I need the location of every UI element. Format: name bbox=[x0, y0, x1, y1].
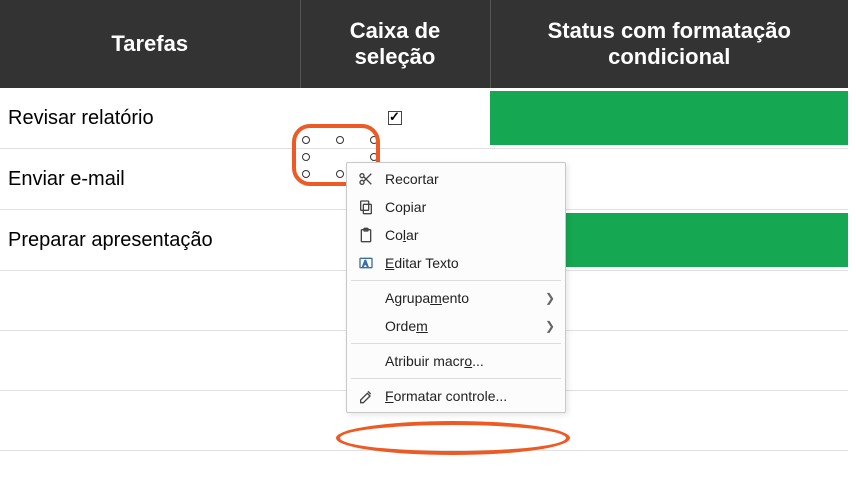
menu-item-order[interactable]: Ordem ❯ bbox=[347, 312, 565, 340]
table-row: Revisar relatório bbox=[0, 88, 848, 149]
menu-separator bbox=[351, 343, 561, 344]
checkbox-cell bbox=[300, 88, 490, 149]
menu-label: Agrupamento bbox=[385, 290, 539, 306]
header-tasks: Tarefas bbox=[0, 0, 300, 88]
status-cell bbox=[490, 88, 848, 149]
task-label: Enviar e-mail bbox=[0, 149, 300, 210]
menu-label: Formatar controle... bbox=[385, 388, 555, 404]
checkbox-control[interactable] bbox=[388, 111, 402, 125]
menu-label: Atribuir macro... bbox=[385, 353, 555, 369]
empty-cell bbox=[0, 271, 300, 331]
menu-item-paste[interactable]: Colar bbox=[347, 221, 565, 249]
clipboard-icon bbox=[355, 227, 377, 243]
scissors-icon bbox=[355, 171, 377, 187]
empty-cell bbox=[0, 391, 300, 451]
menu-item-assign-macro[interactable]: Atribuir macro... bbox=[347, 347, 565, 375]
menu-separator bbox=[351, 378, 561, 379]
menu-item-edit-text[interactable]: A Editar Texto bbox=[347, 249, 565, 277]
svg-text:A: A bbox=[363, 259, 369, 268]
menu-label: Copiar bbox=[385, 199, 555, 215]
chevron-right-icon: ❯ bbox=[545, 319, 555, 333]
chevron-right-icon: ❯ bbox=[545, 291, 555, 305]
edit-text-icon: A bbox=[355, 255, 377, 271]
menu-label: Recortar bbox=[385, 171, 555, 187]
menu-item-copy[interactable]: Copiar bbox=[347, 193, 565, 221]
menu-separator bbox=[351, 280, 561, 281]
format-control-icon bbox=[355, 388, 377, 404]
status-fill bbox=[490, 91, 848, 145]
copy-icon bbox=[355, 199, 377, 215]
menu-label: Editar Texto bbox=[385, 255, 555, 271]
header-checkbox: Caixa de seleção bbox=[300, 0, 490, 88]
empty-cell bbox=[0, 331, 300, 391]
menu-item-cut[interactable]: Recortar bbox=[347, 165, 565, 193]
menu-label: Ordem bbox=[385, 318, 539, 334]
context-menu: Recortar Copiar Colar A Editar Texto Agr… bbox=[346, 162, 566, 413]
task-label: Preparar apresentação bbox=[0, 210, 300, 271]
menu-label: Colar bbox=[385, 227, 555, 243]
task-label: Revisar relatório bbox=[0, 88, 300, 149]
menu-item-grouping[interactable]: Agrupamento ❯ bbox=[347, 284, 565, 312]
menu-item-format-control[interactable]: Formatar controle... bbox=[347, 382, 565, 410]
header-row: Tarefas Caixa de seleção Status com form… bbox=[0, 0, 848, 88]
header-status: Status com formatação condicional bbox=[490, 0, 848, 88]
